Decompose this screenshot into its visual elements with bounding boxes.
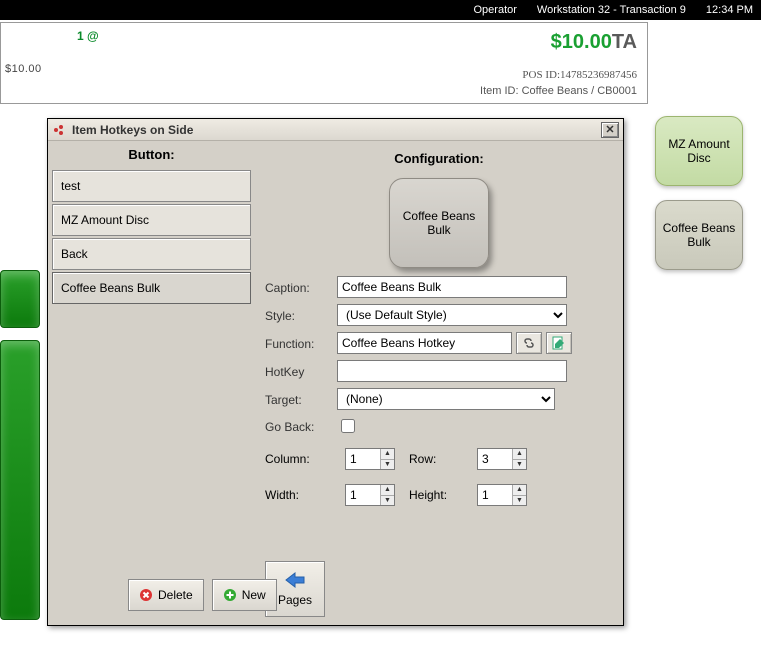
goback-label: Go Back: (265, 418, 337, 434)
configuration-column: Configuration: Coffee Beans Bulk Caption… (255, 141, 623, 625)
caption-input[interactable] (337, 276, 567, 298)
caption-label: Caption: (265, 279, 337, 295)
side-hotkey-column: MZ Amount Disc Coffee Beans Bulk (655, 116, 743, 270)
delete-icon (139, 588, 153, 602)
spin-down-icon[interactable]: ▼ (381, 460, 394, 470)
side-hotkey-coffee-beans-bulk[interactable]: Coffee Beans Bulk (655, 200, 743, 270)
side-green-strip (0, 264, 40, 614)
spin-down-icon[interactable]: ▼ (513, 496, 526, 506)
plus-icon (223, 588, 237, 602)
spin-up-icon[interactable]: ▲ (381, 485, 394, 496)
receipt-panel: 1 @ $10.00TA $10.00 POS ID:1478523698745… (0, 22, 648, 104)
height-spinner[interactable]: ▲▼ (477, 484, 527, 506)
function-label: Function: (265, 335, 337, 351)
status-workstation: Workstation 32 - Transaction 9 (537, 4, 686, 16)
close-icon: ✕ (605, 123, 614, 136)
goback-checkbox[interactable] (341, 419, 355, 433)
function-input[interactable] (337, 332, 512, 354)
hotkey-label: HotKey (265, 363, 337, 379)
delete-button[interactable]: Delete (128, 579, 204, 611)
height-label: Height: (409, 488, 469, 502)
column-label: Column: (265, 452, 337, 466)
receipt-qty: 1 @ (77, 29, 99, 43)
spin-down-icon[interactable]: ▼ (513, 460, 526, 470)
style-select[interactable]: (Use Default Style) (337, 304, 567, 326)
button-list-item[interactable]: Coffee Beans Bulk (52, 272, 251, 304)
style-label: Style: (265, 307, 337, 323)
dialog-titlebar[interactable]: Item Hotkeys on Side ✕ (48, 119, 623, 141)
receipt-subtotal: $10.00 (5, 63, 42, 75)
hotkey-input[interactable] (337, 360, 567, 382)
link-function-button[interactable] (516, 332, 542, 354)
spin-up-icon[interactable]: ▲ (513, 485, 526, 496)
spin-up-icon[interactable]: ▲ (513, 449, 526, 460)
close-button[interactable]: ✕ (601, 122, 619, 138)
status-bar: Operator Workstation 32 - Transaction 9 … (0, 0, 761, 20)
button-list-item[interactable]: MZ Amount Disc (52, 204, 251, 236)
button-list: testMZ Amount DiscBackCoffee Beans Bulk (48, 170, 255, 306)
spin-down-icon[interactable]: ▼ (381, 496, 394, 506)
preview-hotkey-button: Coffee Beans Bulk (389, 178, 489, 268)
button-column-header: Button: (48, 141, 255, 170)
status-operator: Operator (474, 4, 517, 16)
app-icon (52, 123, 66, 137)
receipt-posid: POS ID:14785236987456 (522, 69, 637, 81)
button-list-item[interactable]: Back (52, 238, 251, 270)
button-list-column: Button: testMZ Amount DiscBackCoffee Bea… (48, 141, 255, 625)
spin-up-icon[interactable]: ▲ (381, 449, 394, 460)
config-column-header: Configuration: (265, 145, 613, 174)
row-spinner[interactable]: ▲▼ (477, 448, 527, 470)
receipt-suffix: TA (612, 31, 637, 53)
new-button[interactable]: New (212, 579, 277, 611)
arrow-left-icon (284, 571, 306, 589)
item-hotkeys-dialog: Item Hotkeys on Side ✕ Button: testMZ Am… (47, 118, 624, 626)
target-select[interactable]: (None) (337, 388, 555, 410)
button-list-item[interactable]: test (52, 170, 251, 202)
dialog-title: Item Hotkeys on Side (72, 123, 193, 137)
width-spinner[interactable]: ▲▼ (345, 484, 395, 506)
row-label: Row: (409, 452, 469, 466)
edit-function-button[interactable] (546, 332, 572, 354)
target-label: Target: (265, 391, 337, 407)
status-time: 12:34 PM (706, 4, 753, 16)
receipt-itemid: Item ID: Coffee Beans / CB0001 (480, 85, 637, 97)
link-icon (522, 336, 536, 350)
width-label: Width: (265, 488, 337, 502)
pencil-icon (552, 336, 566, 350)
side-hotkey-mz-amount-disc[interactable]: MZ Amount Disc (655, 116, 743, 186)
column-spinner[interactable]: ▲▼ (345, 448, 395, 470)
receipt-amount-line: $10.00TA (551, 31, 637, 54)
receipt-amount: $10.00 (551, 31, 612, 53)
